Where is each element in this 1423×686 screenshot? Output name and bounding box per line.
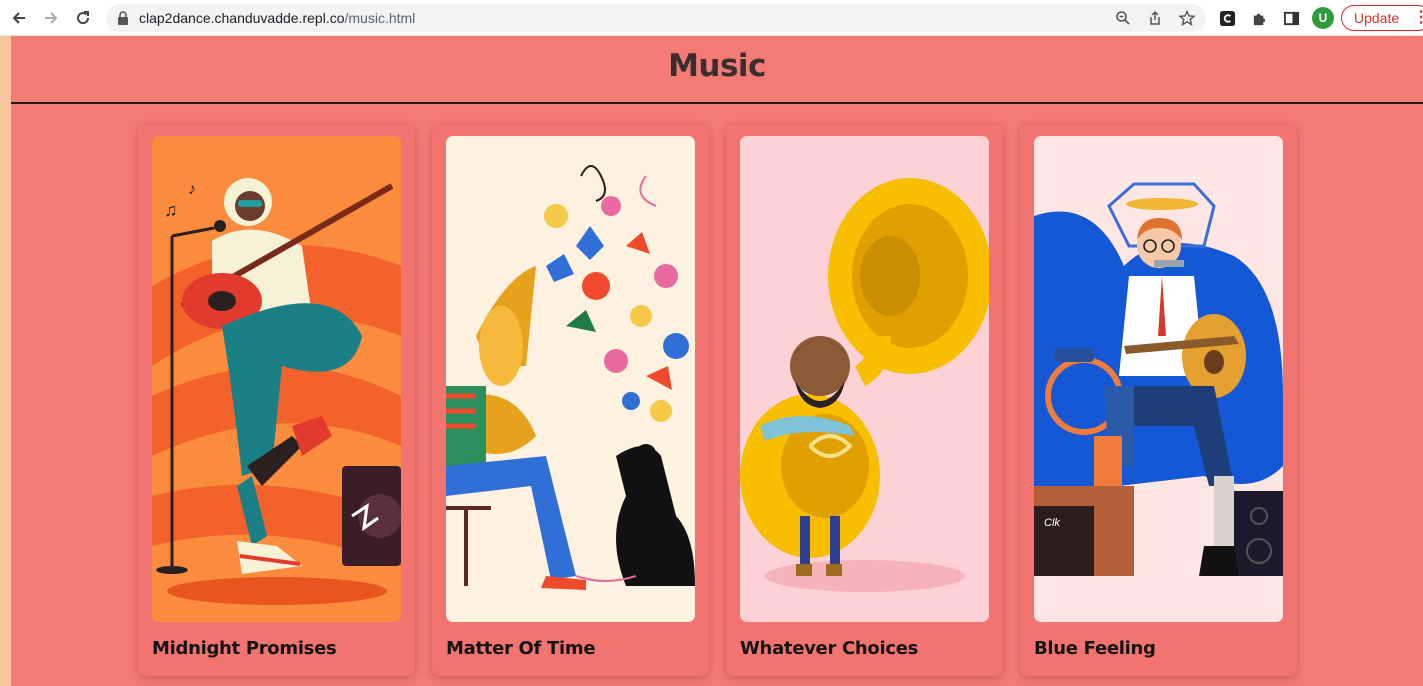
page-title: Music xyxy=(668,48,766,84)
song-title[interactable]: Whatever Choices xyxy=(740,638,918,659)
url-text[interactable]: clap2dance.chanduvadde.repl.co/music.htm… xyxy=(139,10,415,26)
song-title[interactable]: Midnight Promises xyxy=(152,638,337,659)
svg-text:♫: ♫ xyxy=(164,200,178,220)
share-icon[interactable] xyxy=(1147,10,1163,26)
back-arrow-icon[interactable] xyxy=(8,7,30,29)
guitarist-illustration[interactable]: ♫ ♪ xyxy=(152,136,401,622)
left-edge-strip xyxy=(0,36,11,686)
bookmark-star-icon[interactable] xyxy=(1179,10,1195,26)
horn-player-flowers-illustration[interactable] xyxy=(446,136,695,622)
side-panel-icon[interactable] xyxy=(1282,9,1300,27)
one-man-band-illustration[interactable]: Clk xyxy=(1034,136,1283,622)
forward-arrow-icon[interactable] xyxy=(40,7,62,29)
tuba-player-illustration[interactable] xyxy=(740,136,989,622)
zoom-icon[interactable] xyxy=(1115,10,1131,26)
song-card-blue-feeling[interactable]: Clk Blue Feeling xyxy=(1020,124,1297,676)
url-path: /music.html xyxy=(344,10,416,26)
kebab-menu-icon[interactable]: ⋮ xyxy=(1413,6,1423,30)
address-bar[interactable]: clap2dance.chanduvadde.repl.co/music.htm… xyxy=(106,4,1206,32)
svg-text:♪: ♪ xyxy=(188,181,196,198)
profile-avatar[interactable]: U xyxy=(1312,7,1334,29)
browser-toolbar: clap2dance.chanduvadde.repl.co/music.htm… xyxy=(0,0,1423,36)
song-title[interactable]: Matter Of Time xyxy=(446,638,596,659)
update-button[interactable]: Update ⋮ xyxy=(1341,5,1423,31)
extension-c-icon[interactable] xyxy=(1218,9,1236,27)
svg-text:Clk: Clk xyxy=(1044,517,1060,529)
song-card-whatever-choices[interactable]: Whatever Choices xyxy=(726,124,1003,676)
song-card-matter-of-time[interactable]: Matter Of Time xyxy=(432,124,709,676)
song-title[interactable]: Blue Feeling xyxy=(1034,638,1156,659)
reload-icon[interactable] xyxy=(72,7,94,29)
update-label: Update xyxy=(1354,10,1400,26)
music-page: Music ♫ ♪ Midnight Promises Matter Of Ti… xyxy=(0,36,1423,686)
url-host: clap2dance.chanduvadde.repl.co xyxy=(139,10,345,26)
song-card-midnight-promises[interactable]: ♫ ♪ Midnight Promises xyxy=(138,124,415,676)
lock-icon xyxy=(118,11,128,25)
puzzle-extensions-icon[interactable] xyxy=(1250,9,1268,27)
title-divider xyxy=(11,102,1423,104)
